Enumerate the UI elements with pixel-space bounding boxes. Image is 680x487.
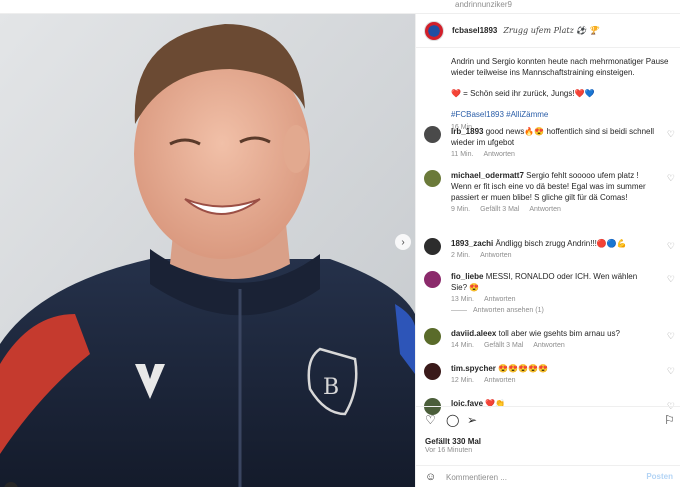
comment-text: 😍😍😍😍😍 — [498, 364, 548, 373]
reply-button[interactable]: Antworten — [480, 252, 512, 259]
account-username[interactable]: fcbasel1893 — [452, 26, 497, 35]
comment-time: 12 Min. — [451, 377, 474, 384]
post-photo[interactable]: B › ● — [0, 14, 415, 487]
comment-user[interactable]: lrb_1893 — [451, 127, 483, 136]
comment-item: michael_odermatt7 Sergio fehlt sooooo uf… — [416, 170, 680, 213]
post-detail-panel: fcbasel1893 Zrugg ufem Platz ⚽ 🏆 Andrin … — [415, 14, 680, 487]
bookmark-icon[interactable]: ⚐ — [664, 413, 675, 427]
comment-icon[interactable]: ◯ — [446, 413, 459, 427]
comment-item: lrb_1893 good news🔥😍 hoffentlich sind si… — [416, 126, 680, 158]
heart-icon[interactable]: ♡ — [667, 241, 675, 252]
comment-avatar[interactable] — [424, 328, 441, 345]
reply-button[interactable]: Antworten — [484, 377, 516, 384]
post-actions-bar: ♡ ◯ ➢ ⚐ — [416, 406, 680, 427]
top-strip: andrinnunziker9 — [0, 0, 680, 14]
comment-time: 9 Min. — [451, 206, 471, 213]
svg-text:B: B — [323, 375, 339, 400]
next-image-button[interactable]: › — [395, 234, 411, 250]
comment-item: fio_liebe MESSI, RONALDO oder ICH. Wen w… — [416, 271, 680, 303]
comment-time: 13 Min. — [451, 296, 474, 303]
player-photo-illustration: B — [0, 14, 415, 487]
comment-item: tim.spycher 😍😍😍😍😍 12 Min. Antworten ♡ — [416, 363, 680, 384]
post-header: fcbasel1893 Zrugg ufem Platz ⚽ 🏆 — [416, 14, 680, 48]
partial-username: andrinnunziker9 — [455, 0, 512, 9]
comment-likes[interactable]: Gefällt 3 Mal — [484, 342, 523, 349]
heart-icon[interactable]: ♡ — [667, 129, 675, 140]
comment-time: 2 Min. — [451, 252, 471, 259]
heart-icon[interactable]: ♡ — [425, 413, 436, 427]
caption-hashtags[interactable]: #FCBasel1893 #AlliZämme — [451, 109, 672, 120]
comment-user[interactable]: 1893_zachi — [451, 239, 493, 248]
comment-avatar[interactable] — [424, 238, 441, 255]
comment-avatar[interactable] — [424, 126, 441, 143]
posted-ago: Vor 16 Minuten — [425, 447, 473, 454]
reply-button[interactable]: Antworten — [533, 342, 565, 349]
reply-button[interactable]: Antworten — [484, 296, 516, 303]
account-avatar[interactable] — [424, 20, 444, 41]
heart-icon[interactable]: ♡ — [667, 274, 675, 285]
comment-text: Ändligg bisch zrugg Andrin!!!🔴🔵💪 — [495, 239, 627, 248]
reply-button[interactable]: Antworten — [483, 151, 515, 158]
caption-line-2: ❤️ = Schön seid ihr zurück, Jungs!❤️💙 — [451, 89, 595, 98]
comment-user[interactable]: tim.spycher — [451, 364, 496, 373]
comment-item: daviid.aleex toll aber wie gsehts bim ar… — [416, 328, 680, 349]
comment-user[interactable]: fio_liebe — [451, 272, 483, 281]
view-replies-button[interactable]: Antworten ansehen (1) — [451, 307, 544, 314]
send-icon[interactable]: ➢ — [467, 413, 477, 427]
comment-time: 11 Min. — [451, 151, 474, 158]
comment-user[interactable]: daviid.aleex — [451, 329, 496, 338]
post-caption: Andrin und Sergio konnten heute nach meh… — [416, 48, 680, 133]
comment-input[interactable] — [446, 470, 636, 484]
emoji-icon[interactable]: ☺ — [425, 471, 436, 483]
likes-count[interactable]: Gefällt 330 Mal — [425, 437, 481, 446]
comment-likes[interactable]: Gefällt 3 Mal — [480, 206, 519, 213]
comment-avatar[interactable] — [424, 271, 441, 288]
comment-avatar[interactable] — [424, 170, 441, 187]
heart-icon[interactable]: ♡ — [667, 331, 675, 342]
reply-button[interactable]: Antworten — [529, 206, 561, 213]
instagram-post-view: andrinnunziker9 B › fcbasel1893 Zrugg uf… — [0, 0, 680, 487]
comment-time: 14 Min. — [451, 342, 474, 349]
post-comment-button[interactable]: Posten — [646, 472, 673, 481]
comment-avatar[interactable] — [424, 363, 441, 380]
heart-icon[interactable]: ♡ — [667, 173, 675, 184]
chevron-right-icon: › — [401, 236, 405, 248]
comment-item: 1893_zachi Ändligg bisch zrugg Andrin!!!… — [416, 238, 680, 259]
heart-icon[interactable]: ♡ — [667, 366, 675, 377]
post-title-extra: Zrugg ufem Platz ⚽ 🏆 — [503, 26, 599, 35]
comment-composer: ☺ Posten — [416, 465, 680, 487]
caption-line-1: Andrin und Sergio konnten heute nach meh… — [451, 57, 669, 77]
comment-user[interactable]: michael_odermatt7 — [451, 171, 524, 180]
comment-text: toll aber wie gsehts bim arnau us? — [498, 329, 620, 338]
